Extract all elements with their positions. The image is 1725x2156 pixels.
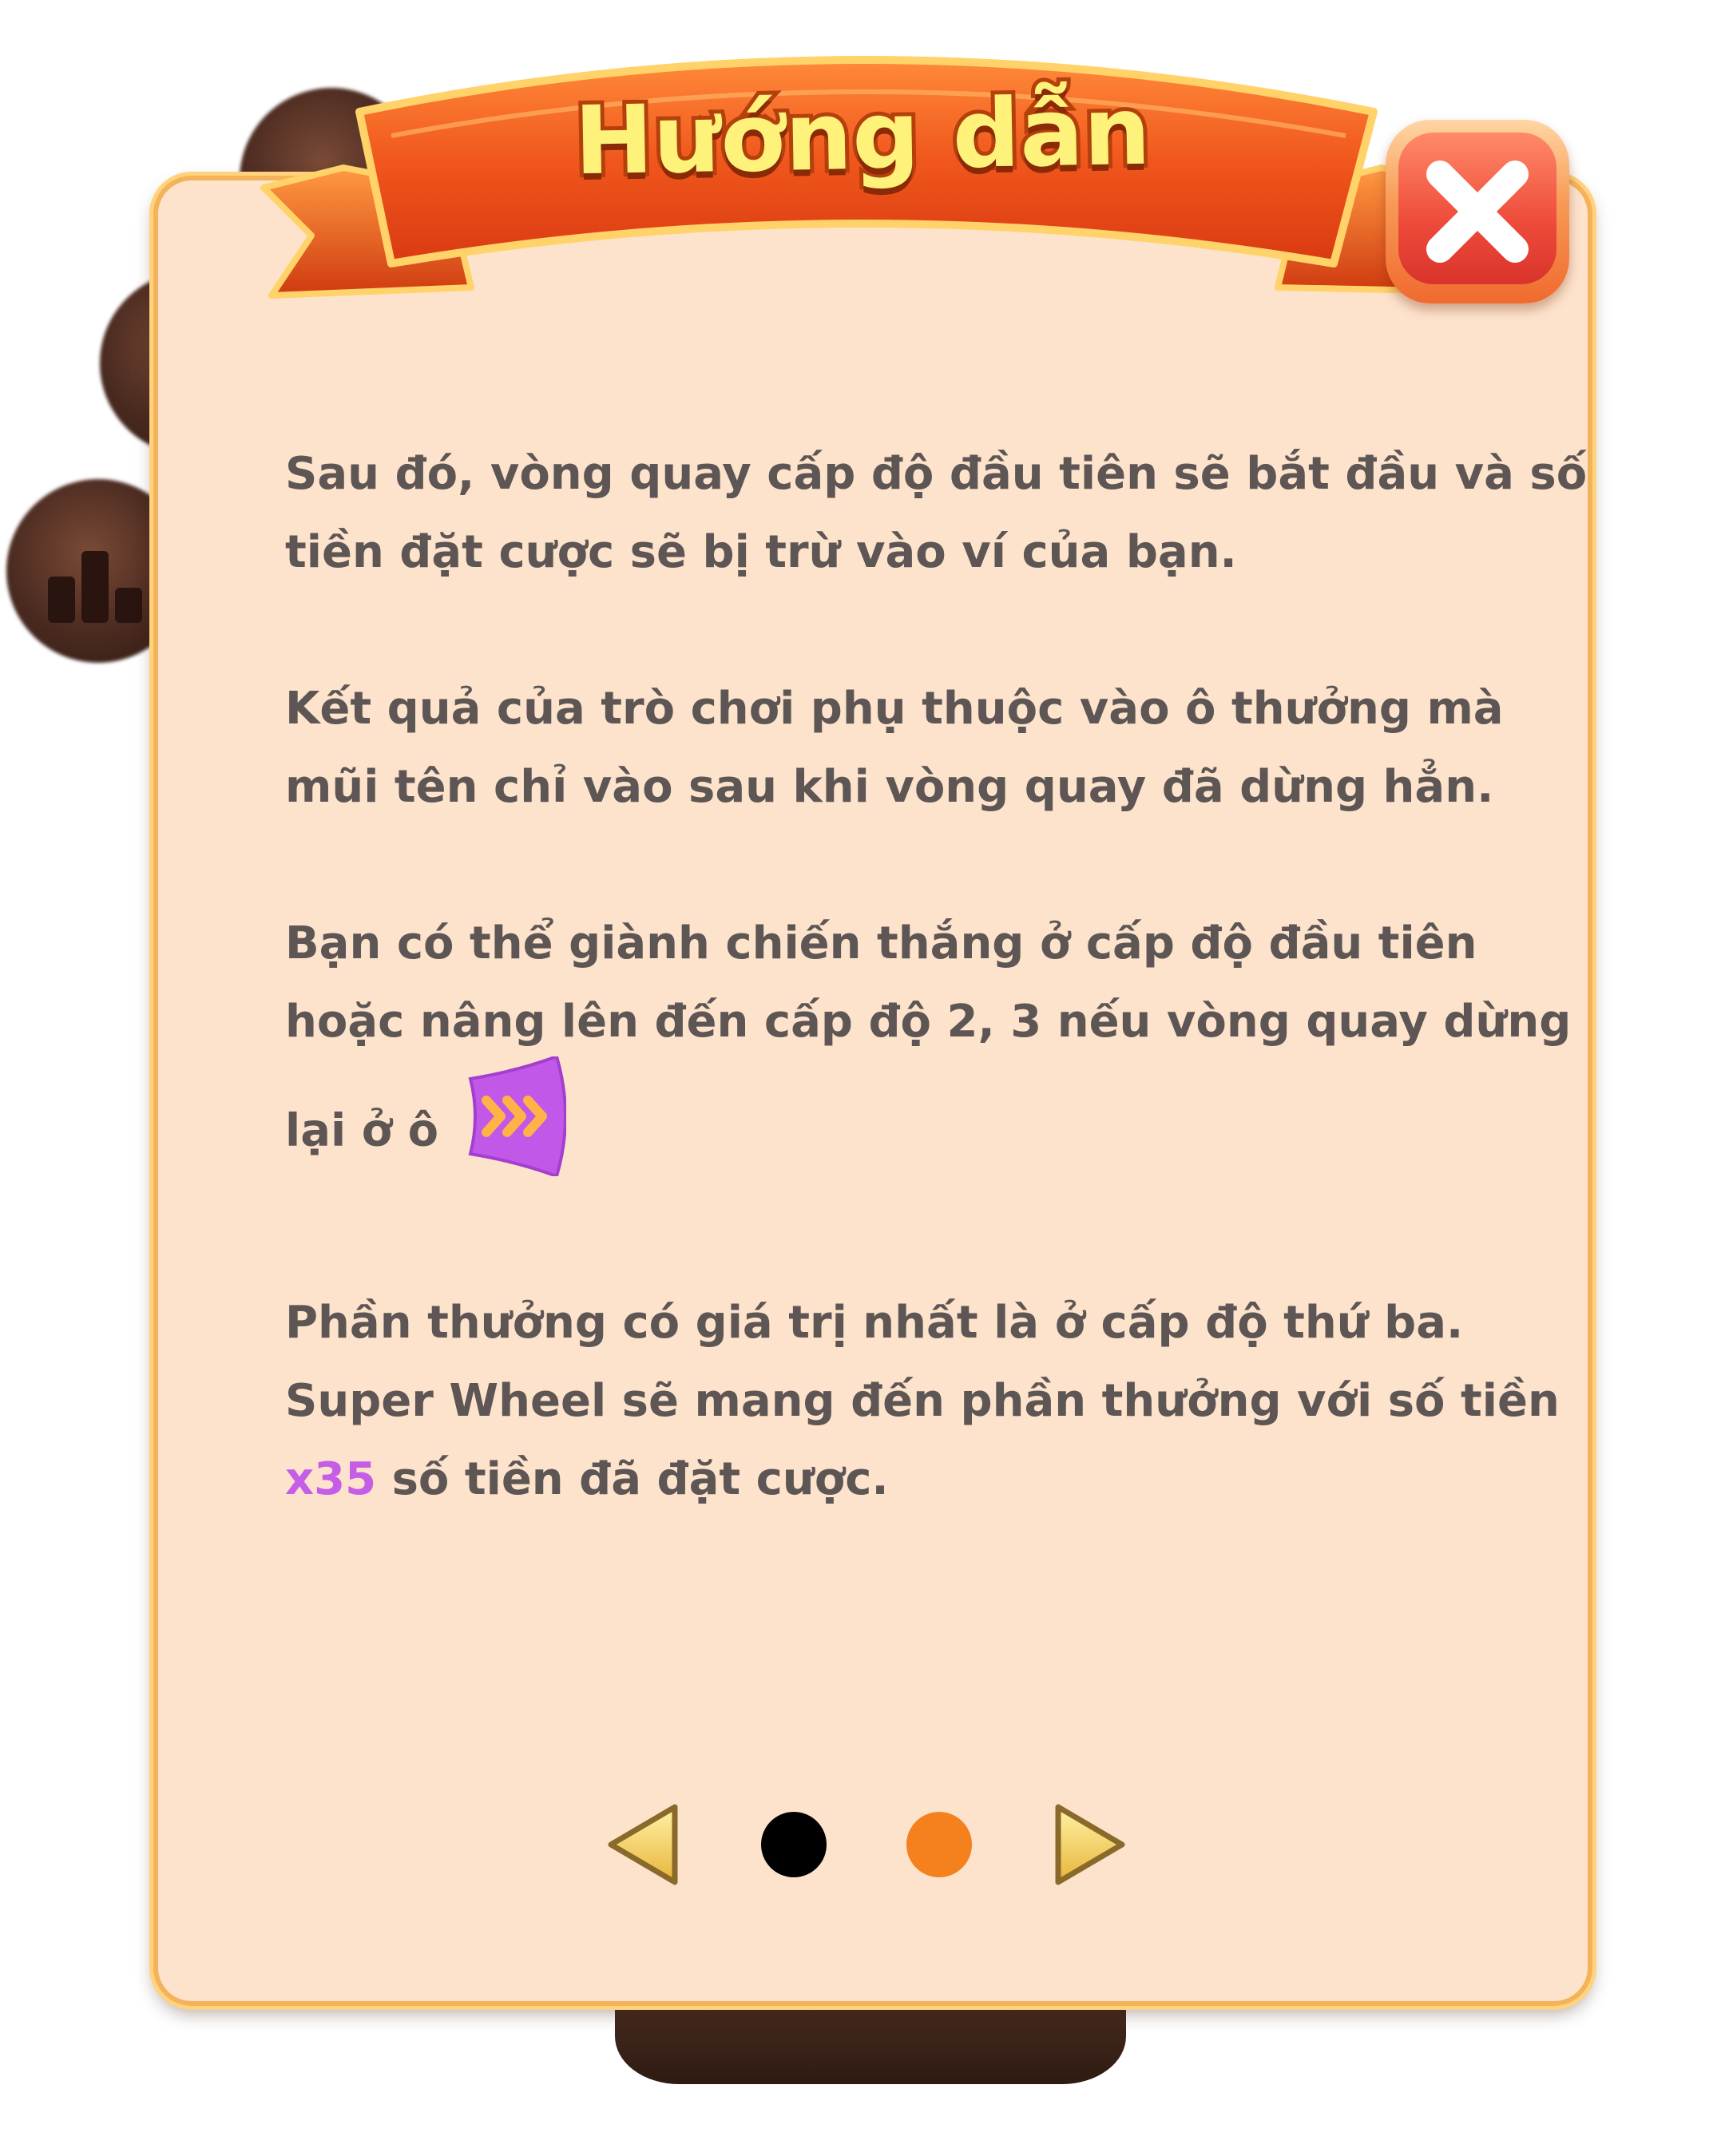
- text-line: x35 số tiền đã đặt cược.: [285, 1441, 1499, 1519]
- text-line: Kết quả của trò chơi phụ thuộc vào ô thư…: [285, 683, 1504, 735]
- text-line: hoặc nâng lên đến cấp độ 2, 3 nếu vòng q…: [285, 996, 1572, 1048]
- text-fragment: số tiền đã đặt cược.: [391, 1453, 889, 1505]
- page-dot-2-active[interactable]: [906, 1812, 972, 1877]
- level-up-chevrons-icon: [462, 1054, 568, 1201]
- paragraph: Phần thưởng có giá trị nhất là ở cấp độ …: [285, 1284, 1560, 1519]
- close-button[interactable]: [1386, 120, 1569, 303]
- text-line: Phần thưởng có giá trị nhất là ở cấp độ …: [285, 1297, 1464, 1349]
- text-line: lại ở ô: [285, 1054, 1499, 1206]
- text-line: Bạn có thể giành chiến thắng ở cấp độ đầ…: [285, 917, 1477, 969]
- next-page-button[interactable]: [1050, 1801, 1130, 1892]
- paragraph: Kết quả của trò chơi phụ thuộc vào ô thư…: [285, 670, 1504, 826]
- pagination: [0, 1801, 1725, 1888]
- text-fragment: lại ở ô: [285, 1104, 439, 1157]
- paragraph: Sau đó, vòng quay cấp độ đầu tiên sẽ bắt…: [285, 435, 1588, 592]
- close-x-icon: [1426, 161, 1529, 263]
- text-line: Sau đó, vòng quay cấp độ đầu tiên sẽ bắt…: [285, 448, 1588, 500]
- dialog-title: Hướng dẫn: [569, 72, 1156, 200]
- triangle-left-icon: [608, 1804, 678, 1885]
- prev-page-button[interactable]: [603, 1801, 683, 1892]
- guide-content: Sau đó, vòng quay cấp độ đầu tiên sẽ bắt…: [285, 435, 1588, 1597]
- multiplier-value: x35: [285, 1453, 377, 1505]
- text-line: Super Wheel sẽ mang đến phần thưởng với …: [285, 1375, 1560, 1427]
- page-dot-1[interactable]: [761, 1812, 827, 1877]
- text-line: tiền đặt cược sẽ bị trừ vào ví của bạn.: [285, 526, 1237, 578]
- text-line: mũi tên chỉ vào sau khi vòng quay đã dừn…: [285, 761, 1494, 813]
- triangle-right-icon: [1055, 1804, 1125, 1885]
- paragraph: Bạn có thể giành chiến thắng ở cấp độ đầ…: [285, 905, 1572, 1206]
- chart-icon: [48, 551, 149, 623]
